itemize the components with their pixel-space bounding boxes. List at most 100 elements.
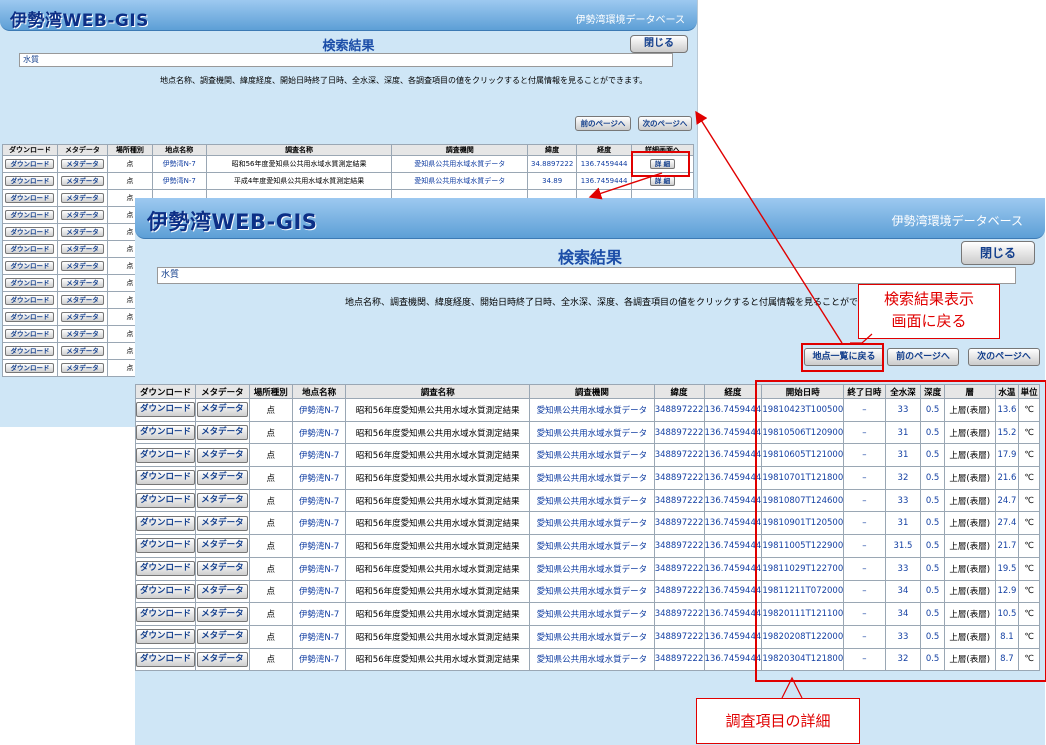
- longitude-link[interactable]: 136.7459444: [705, 428, 761, 438]
- latitude-link[interactable]: 348897222: [655, 496, 703, 506]
- agency-link[interactable]: 愛知県公共用水域水質データ: [537, 406, 648, 416]
- metadata-button[interactable]: メタデータ: [197, 402, 248, 418]
- agency-link[interactable]: 愛知県公共用水域水質データ: [537, 497, 648, 507]
- download-button[interactable]: ダウンロード: [5, 209, 55, 221]
- metadata-button[interactable]: メタデータ: [61, 260, 104, 272]
- download-button[interactable]: ダウンロード: [136, 583, 195, 599]
- latitude-link[interactable]: 348897222: [655, 564, 703, 574]
- latitude-link[interactable]: 34.8897222: [531, 160, 573, 168]
- site-name-link[interactable]: 伊勢湾N-7: [163, 160, 196, 168]
- metadata-button[interactable]: メタデータ: [61, 311, 104, 323]
- metadata-button[interactable]: メタデータ: [61, 158, 104, 170]
- download-button[interactable]: ダウンロード: [5, 277, 55, 289]
- agency-link[interactable]: 愛知県公共用水域水質データ: [537, 610, 648, 620]
- download-button[interactable]: ダウンロード: [5, 362, 55, 374]
- download-button[interactable]: ダウンロード: [5, 294, 55, 306]
- latitude-link[interactable]: 348897222: [655, 428, 703, 438]
- metadata-button[interactable]: メタデータ: [197, 651, 248, 667]
- download-button[interactable]: ダウンロード: [136, 402, 195, 418]
- latitude-link[interactable]: 348897222: [655, 609, 703, 619]
- longitude-link[interactable]: 136.7459444: [581, 177, 628, 185]
- metadata-button[interactable]: メタデータ: [197, 583, 248, 599]
- metadata-button[interactable]: メタデータ: [197, 629, 248, 645]
- download-button[interactable]: ダウンロード: [136, 561, 195, 577]
- metadata-button[interactable]: メタデータ: [197, 561, 248, 577]
- site-name-link[interactable]: 伊勢湾N-7: [299, 565, 339, 575]
- metadata-button[interactable]: メタデータ: [61, 277, 104, 289]
- next-page-button[interactable]: 次のページへ: [968, 348, 1040, 366]
- site-name-link[interactable]: 伊勢湾N-7: [299, 542, 339, 552]
- agency-link[interactable]: 愛知県公共用水域水質データ: [537, 429, 648, 439]
- download-button[interactable]: ダウンロード: [136, 515, 195, 531]
- agency-link[interactable]: 愛知県公共用水域水質データ: [537, 633, 648, 643]
- longitude-link[interactable]: 136.7459444: [705, 473, 761, 483]
- agency-link[interactable]: 愛知県公共用水域水質データ: [414, 177, 505, 185]
- agency-link[interactable]: 愛知県公共用水域水質データ: [537, 451, 648, 461]
- latitude-link[interactable]: 348897222: [655, 586, 703, 596]
- close-button[interactable]: 閉じる: [630, 35, 688, 53]
- metadata-button[interactable]: メタデータ: [197, 447, 248, 463]
- longitude-link[interactable]: 136.7459444: [705, 632, 761, 642]
- site-name-link[interactable]: 伊勢湾N-7: [299, 610, 339, 620]
- prev-page-button[interactable]: 前のページへ: [575, 116, 631, 131]
- download-button[interactable]: ダウンロード: [136, 470, 195, 486]
- download-button[interactable]: ダウンロード: [136, 651, 195, 667]
- site-name-link[interactable]: 伊勢湾N-7: [299, 497, 339, 507]
- site-name-link[interactable]: 伊勢湾N-7: [299, 429, 339, 439]
- site-name-link[interactable]: 伊勢湾N-7: [299, 474, 339, 484]
- download-button[interactable]: ダウンロード: [5, 311, 55, 323]
- longitude-link[interactable]: 136.7459444: [581, 160, 628, 168]
- query-field[interactable]: 水質: [19, 53, 673, 67]
- metadata-button[interactable]: メタデータ: [61, 226, 104, 238]
- agency-link[interactable]: 愛知県公共用水域水質データ: [537, 542, 648, 552]
- download-button[interactable]: ダウンロード: [136, 606, 195, 622]
- metadata-button[interactable]: メタデータ: [61, 243, 104, 255]
- download-button[interactable]: ダウンロード: [136, 629, 195, 645]
- site-name-link[interactable]: 伊勢湾N-7: [299, 655, 339, 665]
- latitude-link[interactable]: 348897222: [655, 654, 703, 664]
- download-button[interactable]: ダウンロード: [5, 192, 55, 204]
- download-button[interactable]: ダウンロード: [5, 243, 55, 255]
- longitude-link[interactable]: 136.7459444: [705, 586, 761, 596]
- metadata-button[interactable]: メタデータ: [197, 470, 248, 486]
- agency-link[interactable]: 愛知県公共用水域水質データ: [414, 160, 505, 168]
- longitude-link[interactable]: 136.7459444: [705, 518, 761, 528]
- metadata-button[interactable]: メタデータ: [61, 209, 104, 221]
- site-name-link[interactable]: 伊勢湾N-7: [299, 519, 339, 529]
- agency-link[interactable]: 愛知県公共用水域水質データ: [537, 565, 648, 575]
- longitude-link[interactable]: 136.7459444: [705, 654, 761, 664]
- prev-page-button[interactable]: 前のページへ: [887, 348, 959, 366]
- metadata-button[interactable]: メタデータ: [61, 294, 104, 306]
- metadata-button[interactable]: メタデータ: [197, 515, 248, 531]
- agency-link[interactable]: 愛知県公共用水域水質データ: [537, 587, 648, 597]
- metadata-button[interactable]: メタデータ: [197, 538, 248, 554]
- site-name-link[interactable]: 伊勢湾N-7: [299, 587, 339, 597]
- latitude-link[interactable]: 348897222: [655, 632, 703, 642]
- download-button[interactable]: ダウンロード: [5, 226, 55, 238]
- download-button[interactable]: ダウンロード: [136, 425, 195, 441]
- download-button[interactable]: ダウンロード: [5, 345, 55, 357]
- agency-link[interactable]: 愛知県公共用水域水質データ: [537, 519, 648, 529]
- site-name-link[interactable]: 伊勢湾N-7: [299, 406, 339, 416]
- download-button[interactable]: ダウンロード: [5, 158, 55, 170]
- latitude-link[interactable]: 348897222: [655, 450, 703, 460]
- next-page-button[interactable]: 次のページへ: [638, 116, 692, 131]
- latitude-link[interactable]: 348897222: [655, 541, 703, 551]
- agency-link[interactable]: 愛知県公共用水域水質データ: [537, 474, 648, 484]
- metadata-button[interactable]: メタデータ: [197, 493, 248, 509]
- latitude-link[interactable]: 348897222: [655, 405, 703, 415]
- metadata-button[interactable]: メタデータ: [197, 606, 248, 622]
- download-button[interactable]: ダウンロード: [5, 175, 55, 187]
- longitude-link[interactable]: 136.7459444: [705, 496, 761, 506]
- longitude-link[interactable]: 136.7459444: [705, 541, 761, 551]
- longitude-link[interactable]: 136.7459444: [705, 405, 761, 415]
- longitude-link[interactable]: 136.7459444: [705, 450, 761, 460]
- site-name-link[interactable]: 伊勢湾N-7: [299, 451, 339, 461]
- site-name-link[interactable]: 伊勢湾N-7: [299, 633, 339, 643]
- agency-link[interactable]: 愛知県公共用水域水質データ: [537, 655, 648, 665]
- metadata-button[interactable]: メタデータ: [61, 328, 104, 340]
- longitude-link[interactable]: 136.7459444: [705, 564, 761, 574]
- download-button[interactable]: ダウンロード: [5, 260, 55, 272]
- download-button[interactable]: ダウンロード: [136, 447, 195, 463]
- site-name-link[interactable]: 伊勢湾N-7: [163, 177, 196, 185]
